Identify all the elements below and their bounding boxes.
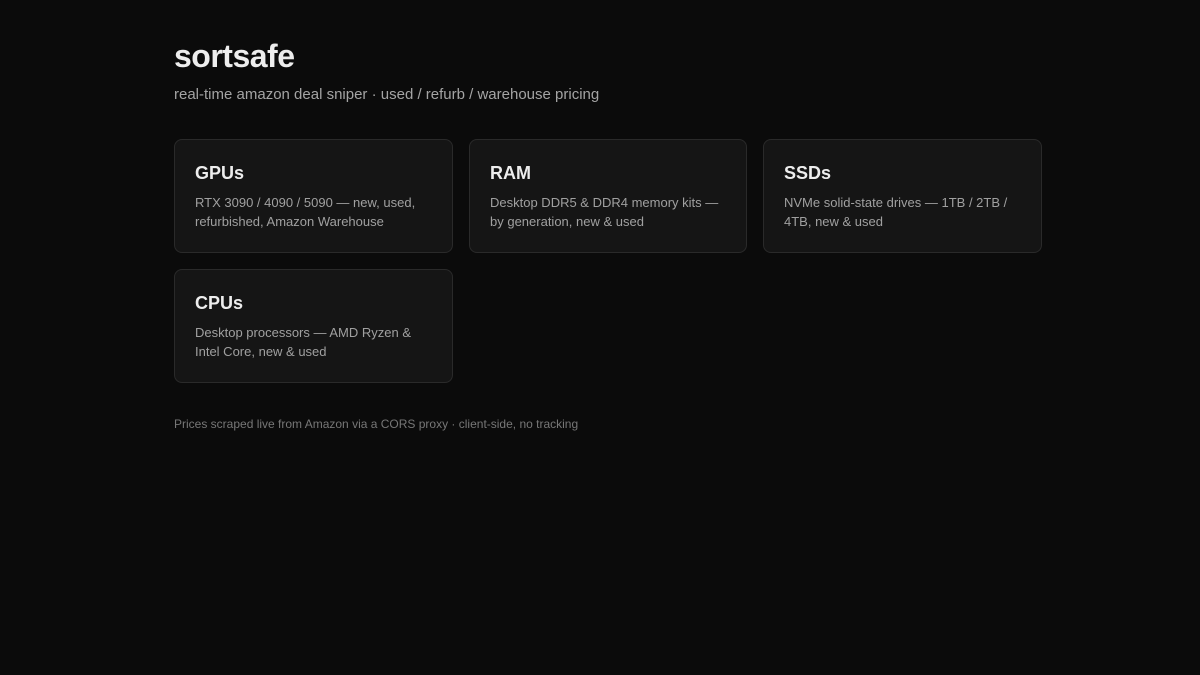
category-card-title: GPUs [195, 163, 245, 183]
category-card-ram[interactable]: RAM Desktop DDR5 & DDR4 memory kits — by… [469, 139, 747, 253]
category-card-ssds[interactable]: SSDs NVMe solid-state drives — 1TB / 2TB… [763, 139, 1042, 253]
category-card-description: Desktop processors — AMD Ryzen & Intel C… [195, 325, 412, 359]
category-card-description: Desktop DDR5 & DDR4 memory kits — by gen… [490, 195, 719, 229]
category-card-title: RAM [490, 163, 531, 183]
category-card-title: SSDs [784, 163, 832, 183]
category-grid: GPUs RTX 3090 / 4090 / 5090 — new, used,… [174, 139, 1042, 383]
footer-note: Prices scraped live from Amazon via a CO… [174, 417, 579, 431]
category-card-cpus[interactable]: CPUs Desktop processors — AMD Ryzen & In… [174, 269, 453, 383]
page-subtitle: real-time amazon deal sniper · used / re… [174, 86, 600, 103]
category-card-gpus[interactable]: GPUs RTX 3090 / 4090 / 5090 — new, used,… [174, 139, 453, 253]
category-card-description: RTX 3090 / 4090 / 5090 — new, used, refu… [195, 195, 416, 229]
page-title: sortsafe [174, 38, 295, 74]
category-card-description: NVMe solid-state drives — 1TB / 2TB / 4T… [784, 195, 1008, 229]
category-card-title: CPUs [195, 293, 244, 313]
